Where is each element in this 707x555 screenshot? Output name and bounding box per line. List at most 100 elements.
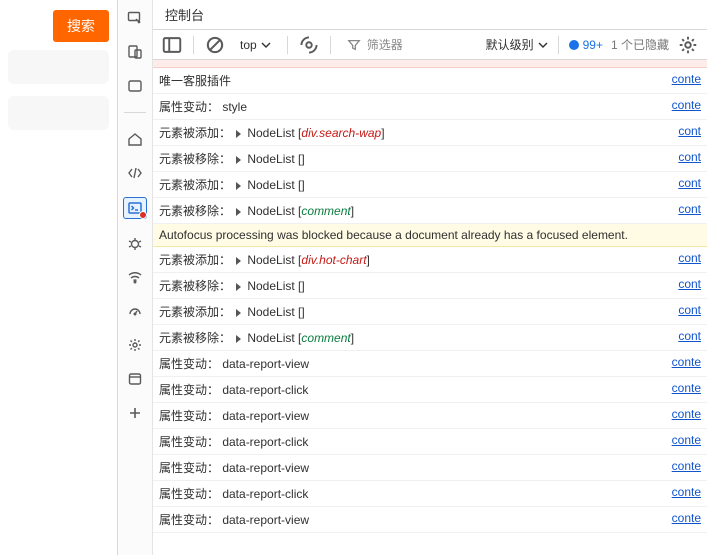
code-icon[interactable]	[125, 163, 145, 183]
issues-count: 99+	[583, 38, 603, 52]
source-link[interactable]: conte	[664, 98, 701, 112]
log-message: 属性变动： data-report-click	[159, 381, 664, 398]
info-dot-icon	[569, 40, 579, 50]
expand-icon[interactable]	[236, 130, 241, 138]
source-link[interactable]: cont	[670, 150, 701, 164]
log-message: 元素被添加： NodeList []	[159, 303, 670, 320]
source-link[interactable]: conte	[664, 511, 701, 525]
filter-icon	[347, 38, 361, 52]
log-message: Autofocus processing was blocked because…	[159, 228, 701, 242]
level-label: 默认级别	[486, 36, 534, 53]
log-message: 属性变动： data-report-view	[159, 511, 664, 528]
source-link[interactable]: conte	[664, 485, 701, 499]
context-label: top	[240, 38, 257, 52]
console-icon[interactable]	[123, 197, 147, 219]
toolbar-separator	[193, 36, 194, 54]
source-link[interactable]: conte	[664, 459, 701, 473]
expand-icon[interactable]	[236, 156, 241, 164]
log-message: 属性变动： data-report-view	[159, 355, 664, 372]
nodelist-label: NodeList	[247, 331, 298, 345]
log-row: 元素被添加： NodeList [div.search-wap]cont	[153, 120, 707, 146]
bug-icon[interactable]	[125, 233, 145, 253]
nodelist-label: NodeList	[247, 178, 298, 192]
source-link[interactable]: cont	[670, 124, 701, 138]
log-row: 唯一客服插件conte	[153, 68, 707, 94]
log-message: 唯一客服插件	[159, 72, 664, 89]
toolbar-separator	[558, 36, 559, 54]
log-row: 属性变动： styleconte	[153, 94, 707, 120]
expand-icon[interactable]	[236, 208, 241, 216]
clear-console-icon[interactable]	[204, 34, 226, 56]
expand-icon[interactable]	[236, 182, 241, 190]
settings-gear-icon[interactable]	[125, 335, 145, 355]
toolbar-separator	[330, 36, 331, 54]
log-row: 属性变动： data-report-viewconte	[153, 351, 707, 377]
nodelist-label: NodeList	[247, 253, 298, 267]
chevron-down-icon	[261, 40, 271, 50]
sidebar-toggle-icon[interactable]	[161, 34, 183, 56]
page-content: 搜索	[0, 0, 117, 555]
search-button[interactable]: 搜索	[53, 10, 109, 42]
error-row-fragment	[153, 60, 707, 68]
source-link[interactable]: cont	[670, 329, 701, 343]
source-link[interactable]: cont	[670, 251, 701, 265]
source-link[interactable]: cont	[670, 176, 701, 190]
source-link[interactable]: conte	[664, 407, 701, 421]
log-row: 属性变动： data-report-clickconte	[153, 377, 707, 403]
expand-icon[interactable]	[236, 309, 241, 317]
network-wifi-icon[interactable]	[125, 267, 145, 287]
toolbar-separator	[287, 36, 288, 54]
log-row: 元素被添加： NodeList []cont	[153, 172, 707, 198]
console-log-list[interactable]: 唯一客服插件conte属性变动： styleconte元素被添加： NodeLi…	[153, 60, 707, 555]
source-link[interactable]: conte	[664, 381, 701, 395]
nodelist-label: NodeList	[247, 279, 298, 293]
source-link[interactable]: cont	[670, 277, 701, 291]
placeholder-block	[8, 96, 109, 130]
application-icon[interactable]	[125, 369, 145, 389]
chevron-down-icon	[538, 40, 548, 50]
source-link[interactable]: conte	[664, 355, 701, 369]
log-message: 元素被添加： NodeList [div.search-wap]	[159, 124, 670, 141]
log-row: 元素被添加： NodeList []cont	[153, 299, 707, 325]
rail-separator	[124, 112, 146, 113]
device-toggle-icon[interactable]	[125, 42, 145, 62]
source-link[interactable]: conte	[664, 72, 701, 86]
live-expression-icon[interactable]	[298, 34, 320, 56]
log-row: 属性变动： data-report-viewconte	[153, 507, 707, 533]
log-row: 属性变动： data-report-clickconte	[153, 481, 707, 507]
log-message: 属性变动： style	[159, 98, 664, 115]
source-link[interactable]: conte	[664, 433, 701, 447]
log-message: 元素被添加： NodeList [div.hot-chart]	[159, 251, 670, 268]
log-row: 元素被移除： NodeList [comment]cont	[153, 325, 707, 351]
elements-icon[interactable]	[125, 76, 145, 96]
log-row: 元素被移除： NodeList []cont	[153, 273, 707, 299]
nodelist-label: NodeList	[247, 204, 298, 218]
performance-icon[interactable]	[125, 301, 145, 321]
log-message: 元素被移除： NodeList []	[159, 150, 670, 167]
log-row: 元素被添加： NodeList [div.hot-chart]cont	[153, 247, 707, 273]
log-message: 属性变动： data-report-click	[159, 433, 664, 450]
expand-icon[interactable]	[236, 257, 241, 265]
log-row: 属性变动： data-report-viewconte	[153, 403, 707, 429]
source-link[interactable]: cont	[670, 202, 701, 216]
filter-input[interactable]: 筛选器	[341, 34, 478, 55]
source-link[interactable]: cont	[670, 303, 701, 317]
home-icon[interactable]	[125, 129, 145, 149]
console-panel: 控制台 top 筛选器 默认级别 99+ 1 个已隐藏 唯一客服插件conte属…	[153, 0, 707, 555]
nodelist-label: NodeList	[247, 152, 298, 166]
expand-icon[interactable]	[236, 335, 241, 343]
issues-badge[interactable]: 99+	[569, 38, 603, 52]
context-selector[interactable]: top	[234, 36, 277, 54]
add-panel-icon[interactable]	[125, 403, 145, 423]
log-level-selector[interactable]: 默认级别	[486, 36, 548, 53]
expand-icon[interactable]	[236, 283, 241, 291]
placeholder-block	[8, 50, 109, 84]
error-dot-icon	[139, 211, 147, 219]
settings-icon[interactable]	[677, 34, 699, 56]
nodelist-label: NodeList	[247, 126, 298, 140]
inspect-element-icon[interactable]	[125, 8, 145, 28]
log-message: 属性变动： data-report-view	[159, 407, 664, 424]
nodelist-label: NodeList	[247, 305, 298, 319]
log-row: 元素被移除： NodeList []cont	[153, 146, 707, 172]
panel-title: 控制台	[165, 5, 204, 24]
